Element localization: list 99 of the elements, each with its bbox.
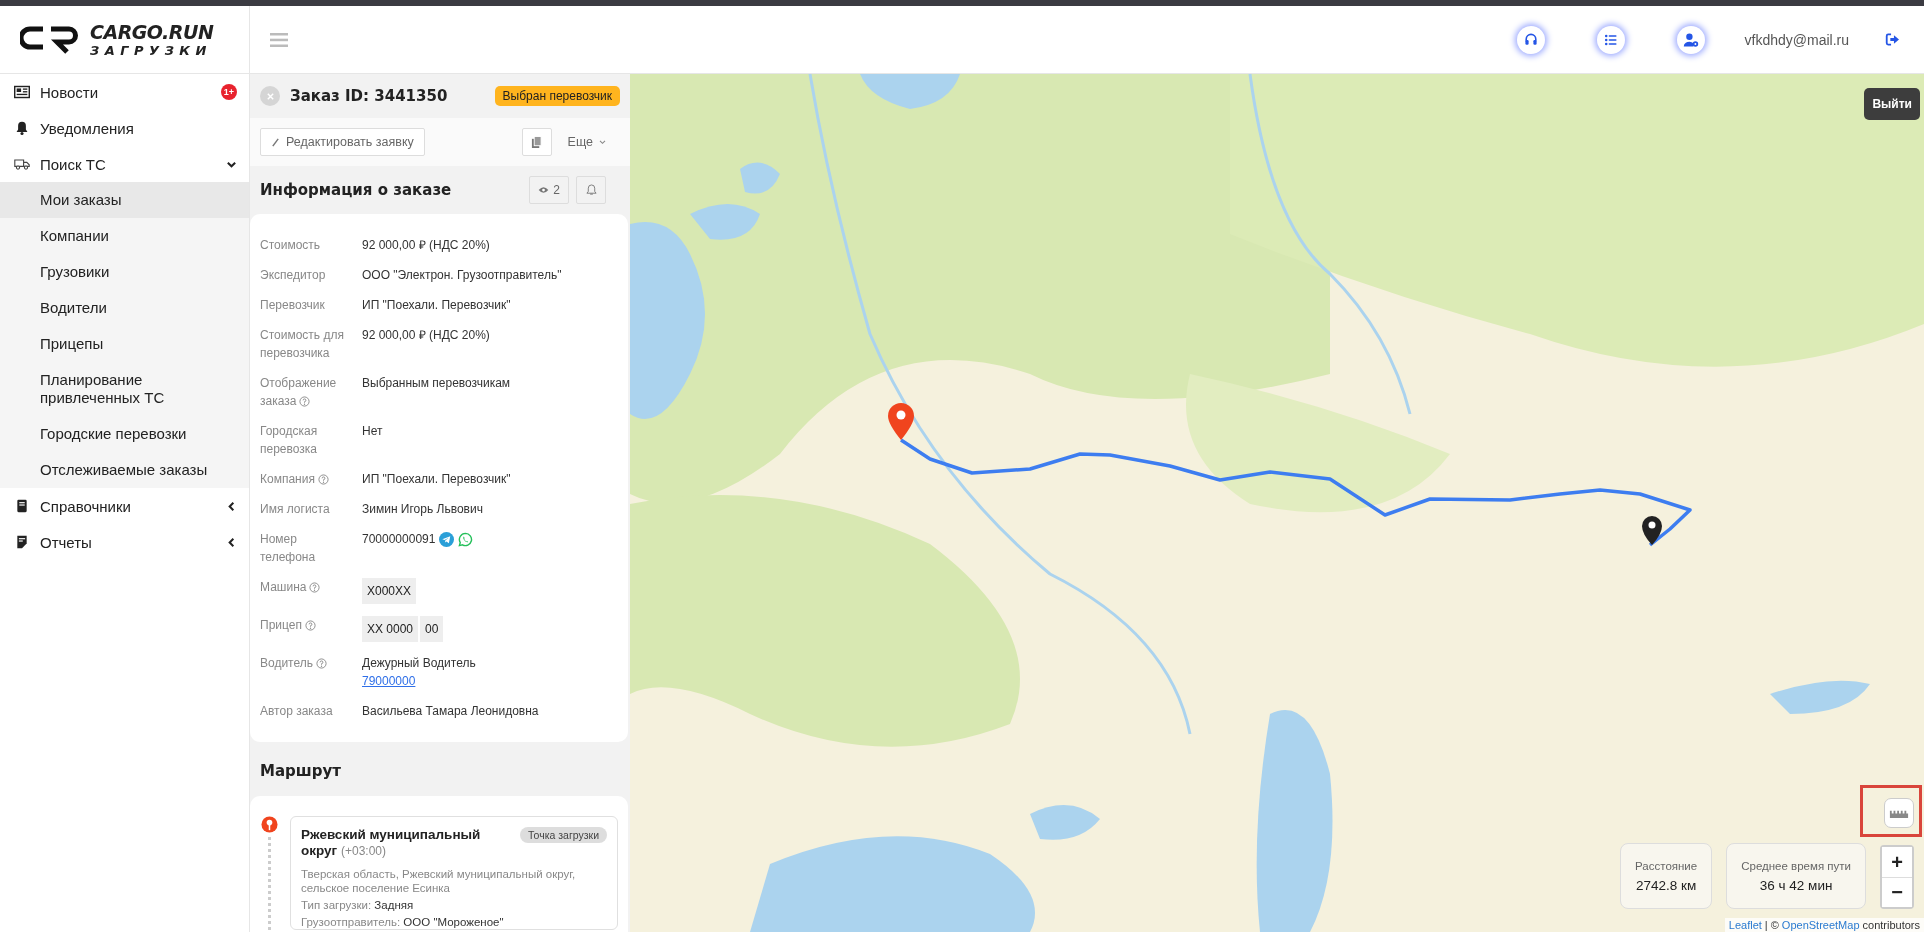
zoom-out-button[interactable]: − (1882, 877, 1912, 907)
help-icon (317, 474, 329, 485)
logo-subtitle: ЗАГРУЗКИ (90, 43, 213, 57)
copy-icon (531, 135, 543, 149)
pencil-icon (271, 137, 280, 147)
field-label: Имя логиста (260, 501, 331, 518)
logout-tooltip: Выйти (1864, 88, 1920, 120)
start-pin-icon[interactable] (888, 403, 914, 440)
field-value: Васильева Тамара Леонидовна (362, 703, 539, 720)
field-value: ООО "Электрон. Грузоотправитель" (362, 267, 562, 284)
field-value: Выбранным перевозчикам (362, 375, 511, 392)
sidebar-item[interactable]: Справочники (0, 488, 249, 524)
logout-icon[interactable] (1885, 33, 1900, 46)
field-value: Зимин Игорь Львович (362, 501, 483, 518)
headset-icon (1522, 31, 1539, 48)
status-badge: Выбран перевозчик (494, 86, 620, 106)
sidebar-subitem[interactable]: Грузовики (0, 254, 249, 290)
route-point-title: Ржевский муниципальный округ (+03:00) (301, 827, 482, 859)
driver-phone-link[interactable]: 79000000 (362, 672, 416, 690)
sidebar-item[interactable]: Отчеты (0, 524, 249, 560)
field-value: 92 000,00 ₽ (НДС 20%) (362, 327, 490, 344)
field-label: Городская перевозка (260, 423, 319, 458)
measure-button[interactable] (1884, 798, 1914, 828)
sidebar-subitem[interactable]: Мои заказы (0, 182, 249, 218)
edit-order-button[interactable]: Редактировать заявку (260, 128, 425, 156)
phone-number: 70000000091 (362, 531, 436, 548)
notification-badge: 1+ (221, 84, 237, 100)
help-icon (316, 658, 327, 669)
field-label: Экспедитор (260, 267, 327, 284)
field-label: Перевозчик (260, 297, 326, 314)
whatsapp-icon[interactable] (458, 531, 474, 547)
driver-name: Дежурный Водитель (362, 655, 476, 672)
menu-icon[interactable] (270, 32, 288, 47)
field-label: Номер телефона (260, 531, 317, 566)
book-icon (14, 499, 30, 513)
license-plate: XX 0000 (362, 616, 419, 642)
help-icon (304, 620, 316, 631)
help-icon (309, 582, 321, 593)
field-value: ИП "Поехали. Перевозчик" (362, 471, 511, 488)
sidebar-subitem[interactable]: Компании (0, 218, 249, 254)
field-label: Стоимость (260, 237, 322, 254)
help-icon (299, 396, 311, 407)
field-label: Компания (260, 470, 350, 488)
field-label: Машина (260, 578, 350, 596)
caret-icon (599, 139, 606, 145)
field-label: Водитель (260, 654, 350, 672)
point-type-tag: Точка загрузки (520, 827, 607, 843)
load-type: Тип загрузки: Задняя (301, 898, 415, 912)
leaflet-link[interactable]: Leaflet (1728, 919, 1762, 931)
list-button[interactable] (1596, 25, 1625, 54)
bell-icon (14, 121, 30, 135)
stat-value: 36 ч 42 мин (1759, 877, 1833, 893)
section-title: Маршрут (260, 762, 342, 780)
field-value: Нет (362, 423, 383, 440)
sidebar-item[interactable]: Новости 1+ (0, 74, 249, 110)
truck-icon (14, 157, 30, 171)
end-pin-icon[interactable] (1642, 516, 1662, 545)
stat-label: Расстояние (1635, 859, 1698, 872)
field-label: Автор заказа (260, 703, 334, 720)
field-value: 92 000,00 ₽ (НДС 20%) (362, 237, 490, 254)
subscribe-button[interactable] (576, 176, 606, 204)
license-plate: 00 (420, 616, 444, 642)
sidebar-item[interactable]: Поиск ТС (0, 146, 249, 182)
field-label: Стоимость для перевозчика (260, 327, 345, 362)
logo-name: CARGO.RUN (90, 22, 214, 42)
more-dropdown[interactable]: Еще (561, 135, 612, 149)
support-button[interactable] (1516, 25, 1545, 54)
field-label: Прицеп (260, 616, 350, 634)
sidebar-subitem[interactable]: Планирование привлеченных ТС (0, 362, 249, 416)
attribution-text: contributors (1862, 919, 1920, 931)
field-value: ИП "Поехали. Перевозчик" (362, 297, 511, 314)
sidebar-subitem[interactable]: Отслеживаемые заказы (0, 452, 249, 488)
profile-settings-button[interactable] (1676, 25, 1705, 54)
telegram-icon[interactable] (439, 531, 455, 547)
newspaper-icon (14, 85, 30, 99)
sidebar-subitem[interactable]: Водители (0, 290, 249, 326)
shipper: Грузоотправитель: ООО "Мороженое" (301, 915, 505, 929)
license-plate: X000XX (362, 578, 417, 604)
report-icon (14, 535, 30, 549)
views-button[interactable]: 2 (529, 176, 569, 204)
sidebar-item[interactable]: Уведомления (0, 110, 249, 146)
sidebar-subitem[interactable]: Городские перевозки (0, 416, 249, 452)
user-email: vfkdhdy@mail.ru (1744, 31, 1849, 48)
bell-icon (585, 184, 597, 196)
section-title: Информация о заказе (260, 181, 453, 199)
stat-label: Среднее время пути (1741, 859, 1851, 872)
sidebar-subitem[interactable]: Прицепы (0, 326, 249, 362)
order-title: Заказ ID: 3441350 (290, 87, 448, 105)
route-point-address: Тверская область, Ржевский муниципальный округ, сельское поселение Есинка (301, 867, 577, 895)
field-label: Отображение заказа (260, 375, 338, 410)
stat-value: 2742.8 км (1636, 877, 1697, 893)
highlight-frame (1860, 785, 1922, 837)
openstreetmap-link[interactable]: OpenStreetMap (1781, 919, 1860, 931)
attribution-text: | © (1764, 919, 1779, 931)
eye-icon (538, 186, 550, 194)
copy-button[interactable] (521, 128, 552, 156)
map-pin-icon (260, 816, 278, 833)
user-gear-icon (1682, 31, 1699, 48)
close-icon (265, 91, 275, 101)
